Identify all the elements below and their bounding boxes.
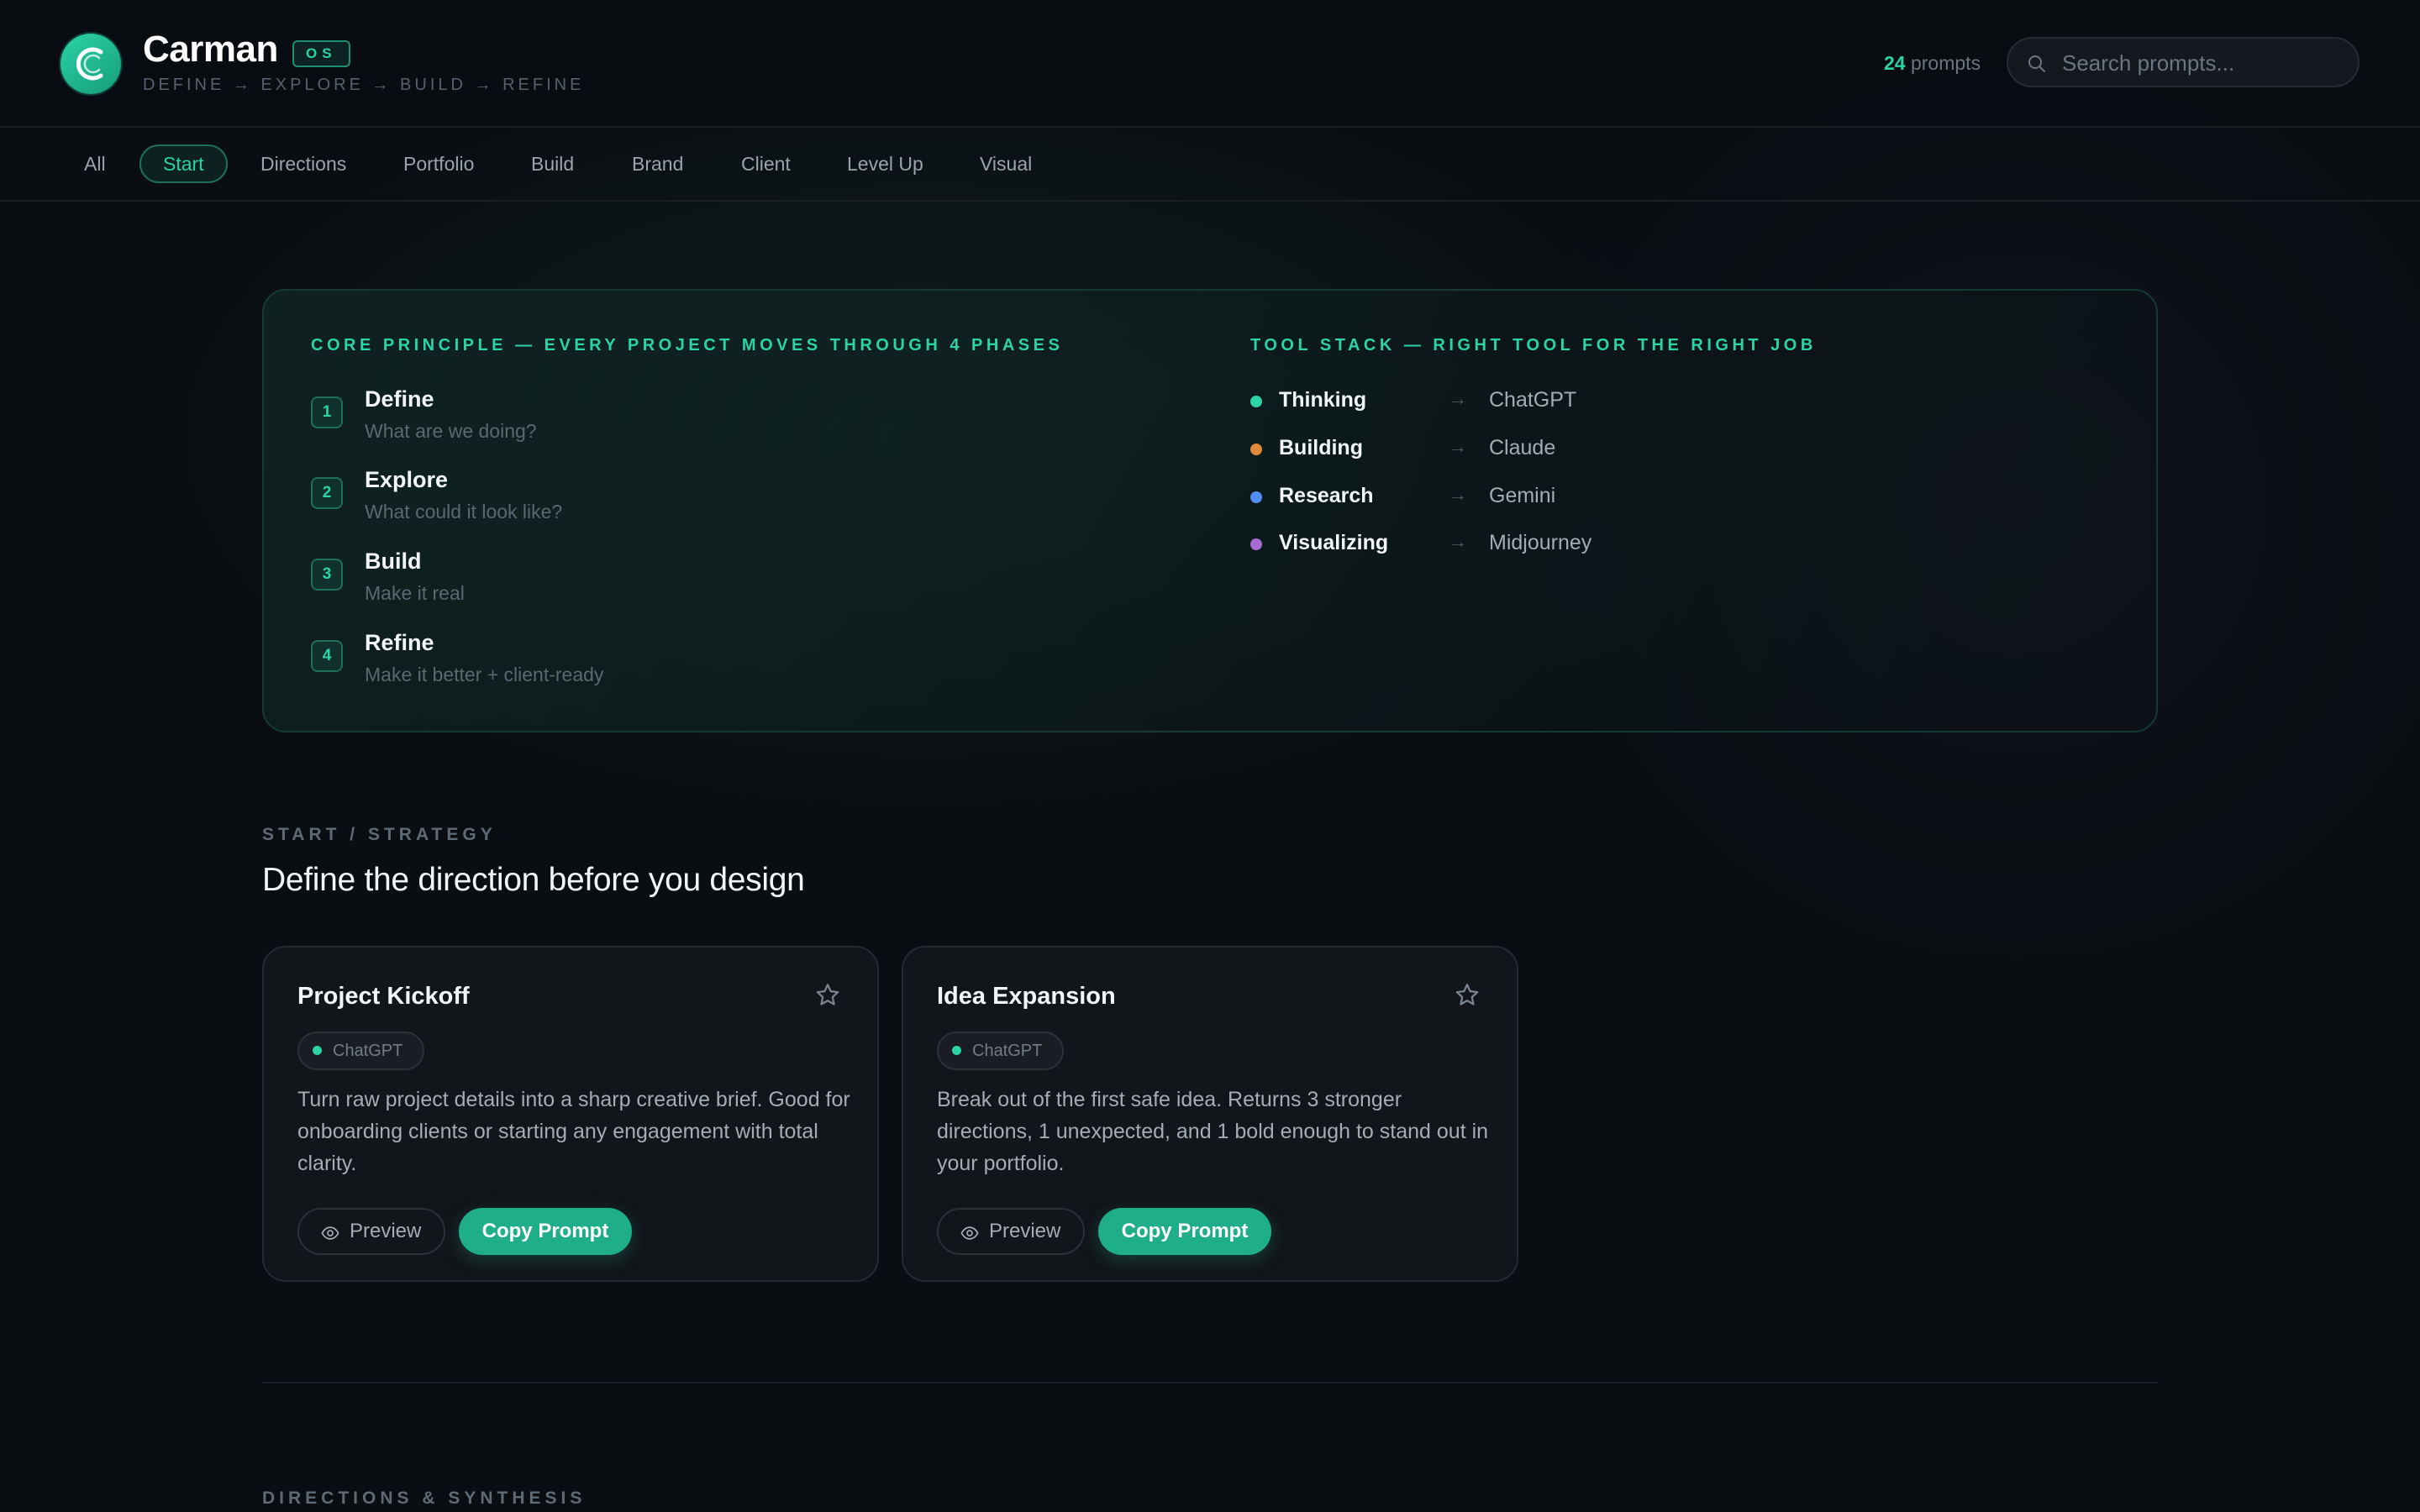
phase-title: Explore <box>365 467 449 492</box>
core-principle-panel: CORE PRINCIPLE — EVERY PROJECT MOVES THR… <box>262 289 2158 732</box>
brand-name: Carman <box>143 29 278 70</box>
eye-icon <box>960 1226 979 1240</box>
core-principle-heading: CORE PRINCIPLE — EVERY PROJECT MOVES THR… <box>311 336 1064 354</box>
copy-prompt-button[interactable]: Copy Prompt <box>459 1208 632 1255</box>
tab-all[interactable]: All <box>62 144 128 183</box>
card-title: Project Kickoff <box>297 983 470 1010</box>
card-description: Turn raw project details into a sharp cr… <box>297 1088 850 1175</box>
phase-title: Define <box>365 386 434 412</box>
phase-title: Refine <box>365 630 434 655</box>
star-icon[interactable] <box>813 981 842 1010</box>
tab-level-up[interactable]: Level Up <box>825 144 945 183</box>
tool-color-dot <box>1250 538 1262 550</box>
tool-app: Midjourney <box>1489 531 1592 554</box>
phase-number: 4 <box>311 640 343 672</box>
prompt-count-number: 24 <box>1884 52 1906 74</box>
tab-brand[interactable]: Brand <box>610 144 705 183</box>
tool-app: ChatGPT <box>1489 388 1577 412</box>
tag-label: ChatGPT <box>972 1042 1043 1060</box>
copy-prompt-button[interactable]: Copy Prompt <box>1098 1208 1271 1255</box>
search-input[interactable] <box>2060 39 2349 87</box>
card-description: Break out of the first safe idea. Return… <box>937 1088 1489 1175</box>
tool-task: Building <box>1279 436 1363 459</box>
tool-color-dot <box>1250 491 1262 503</box>
arrow-right-icon: → <box>1449 388 1467 409</box>
brand-badge: OS <box>292 40 350 67</box>
tool-app: Claude <box>1489 436 1556 459</box>
tool-color-dot <box>1250 396 1262 407</box>
tool-tag: ChatGPT <box>937 1032 1065 1070</box>
arrow-right-icon: → <box>1449 531 1467 552</box>
phase-title: Build <box>365 549 422 574</box>
tab-portfolio[interactable]: Portfolio <box>381 144 496 183</box>
carman-logo-icon[interactable] <box>60 34 121 94</box>
section-title: Define the direction before you design <box>262 862 805 898</box>
phase-subtitle: What could it look like? <box>365 501 563 522</box>
tag-label: ChatGPT <box>333 1042 403 1060</box>
preview-button[interactable]: Preview <box>297 1208 445 1255</box>
tag-dot <box>313 1046 322 1055</box>
tab-start[interactable]: Start <box>139 144 228 183</box>
tool-task: Thinking <box>1279 388 1367 412</box>
arrow-right-icon: → <box>1449 436 1467 457</box>
tool-tag: ChatGPT <box>297 1032 425 1070</box>
preview-label: Preview <box>989 1220 1061 1242</box>
tool-task: Visualizing <box>1279 531 1389 554</box>
phase-subtitle: Make it better + client-ready <box>365 664 604 685</box>
tab-visual[interactable]: Visual <box>958 144 1054 183</box>
phase-subtitle: What are we doing? <box>365 420 537 442</box>
card-title: Idea Expansion <box>937 983 1116 1010</box>
preview-label: Preview <box>350 1220 422 1242</box>
tool-color-dot <box>1250 444 1262 455</box>
phase-number: 2 <box>311 477 343 509</box>
tab-directions[interactable]: Directions <box>239 144 368 183</box>
background-glow <box>0 0 2420 1512</box>
arrow-right-icon: → <box>1449 484 1467 505</box>
section-divider <box>262 1382 2158 1383</box>
phase-number: 3 <box>311 559 343 591</box>
tool-stack-heading: TOOL STACK — RIGHT TOOL FOR THE RIGHT JO… <box>1250 336 1817 354</box>
brand-tagline: DEFINE → EXPLORE → BUILD → REFINE <box>143 76 585 94</box>
tool-task: Research <box>1279 484 1374 507</box>
tag-dot <box>952 1046 961 1055</box>
tab-client[interactable]: Client <box>719 144 813 183</box>
prompt-count-label: prompts <box>1910 52 1981 74</box>
prompt-card-idea-expansion: Idea Expansion ChatGPT Break out of the … <box>902 946 1518 1282</box>
prompt-card-project-kickoff: Project Kickoff ChatGPT Turn raw project… <box>262 946 879 1282</box>
section-eyebrow-directions: DIRECTIONS & SYNTHESIS <box>262 1488 587 1508</box>
search-box[interactable] <box>2007 37 2360 87</box>
prompt-count: 24 prompts <box>1884 52 1981 75</box>
tool-app: Gemini <box>1489 484 1556 507</box>
search-icon <box>2028 55 2045 72</box>
section-eyebrow: START / STRATEGY <box>262 825 497 844</box>
category-nav: All Start Directions Portfolio Build Bra… <box>0 128 2420 202</box>
star-icon[interactable] <box>1453 981 1481 1010</box>
phase-subtitle: Make it real <box>365 582 465 604</box>
phase-number: 1 <box>311 396 343 428</box>
preview-button[interactable]: Preview <box>937 1208 1085 1255</box>
top-header: Carman OS DEFINE → EXPLORE → BUILD → REF… <box>0 0 2420 128</box>
eye-icon <box>321 1226 339 1240</box>
tab-build[interactable]: Build <box>509 144 596 183</box>
